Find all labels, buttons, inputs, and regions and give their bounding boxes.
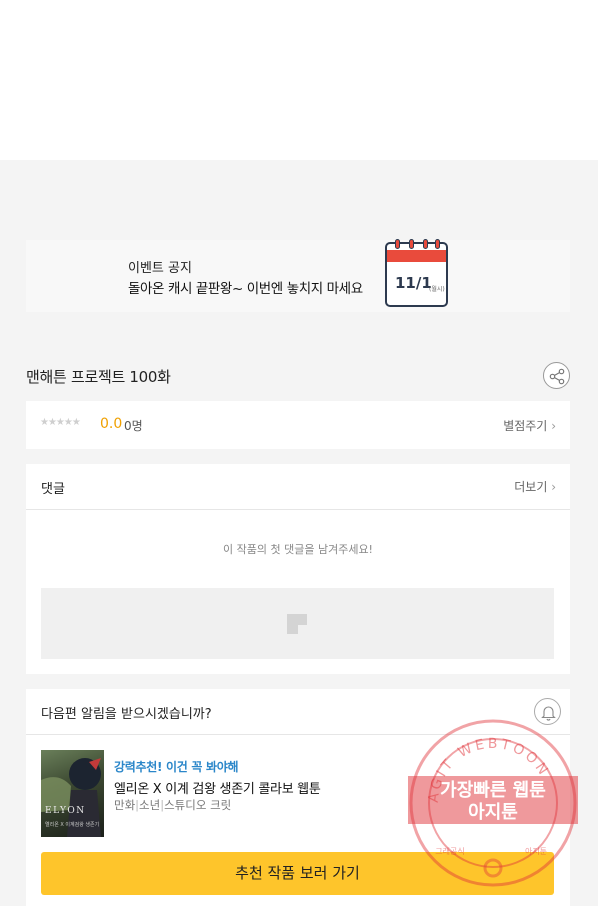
recommend-cta-button[interactable]: 추천 작품 보러 가기 <box>41 852 554 895</box>
notify-section: 다음편 알림을 받으시겠습니까? ELYON 엘리온 X 이계검왕 생존기 강력… <box>26 689 570 906</box>
chevron-right-icon: › <box>551 419 556 433</box>
comment-more-button[interactable]: 더보기 › <box>514 478 556 495</box>
rating-count: 0명 <box>124 419 143 433</box>
more-label: 더보기 <box>514 480 548 494</box>
comment-header: 댓글 더보기 › <box>26 464 570 510</box>
recommend-title[interactable]: 엘리온 X 이계 검왕 생존기 콜라보 웹툰 <box>114 778 321 797</box>
recommend-tag: 강력추천! 이건 꼭 봐야해 <box>114 760 239 774</box>
share-button[interactable] <box>543 362 570 389</box>
rating-box: ★★★★★ 0.0 0명 별점주기 › <box>26 401 570 449</box>
calendar-date: 11/1 <box>395 274 432 292</box>
event-text: 돌아온 캐시 끝판왕~ 이번엔 놓치지 마세요 <box>128 281 363 297</box>
recommend-thumbnail[interactable]: ELYON 엘리온 X 이계검왕 생존기 <box>41 750 104 837</box>
genre-item: 만화 <box>114 798 136 812</box>
rate-button[interactable]: 별점주기 › <box>503 417 556 434</box>
comment-section: 댓글 더보기 › 이 작품의 첫 댓글을 남겨주세요! <box>26 464 570 674</box>
calendar-icon: 11/1 (월시) <box>385 239 448 307</box>
ad-placeholder <box>41 588 554 659</box>
event-label: 이벤트 공지 <box>128 261 192 276</box>
episode-title-row: 맨해튼 프로젝트 100화 <box>26 362 570 390</box>
episode-title: 맨해튼 프로젝트 100화 <box>26 368 171 386</box>
comment-title: 댓글 <box>41 482 65 497</box>
chevron-right-icon: › <box>551 480 556 494</box>
bell-icon <box>541 706 556 721</box>
notify-header: 다음편 알림을 받으시겠습니까? <box>26 689 570 735</box>
event-banner[interactable]: 이벤트 공지 돌아온 캐시 끝판왕~ 이번엔 놓치지 마세요 11/1 (월시) <box>26 239 570 312</box>
share-icon <box>549 368 565 385</box>
thumbnail-title: ELYON <box>45 806 86 816</box>
top-blank-area <box>0 0 598 160</box>
rate-label: 별점주기 <box>503 419 548 433</box>
rating-score: 0.0 <box>100 416 123 432</box>
comment-empty-message: 이 작품의 첫 댓글을 남겨주세요! <box>223 543 373 556</box>
genre-item: 스튜디오 크릿 <box>164 798 232 812</box>
notify-question: 다음편 알림을 받으시겠습니까? <box>41 707 212 722</box>
genre-item: 소년 <box>139 798 161 812</box>
image-placeholder-icon <box>287 614 307 634</box>
recommend-genre: 만화|소년|스튜디오 크릿 <box>114 798 232 812</box>
notify-bell-button[interactable] <box>534 698 561 725</box>
calendar-small-text: (월시) <box>429 286 445 293</box>
thumbnail-subtitle: 엘리온 X 이계검왕 생존기 <box>45 822 100 828</box>
rating-stars: ★★★★★ <box>40 417 81 428</box>
